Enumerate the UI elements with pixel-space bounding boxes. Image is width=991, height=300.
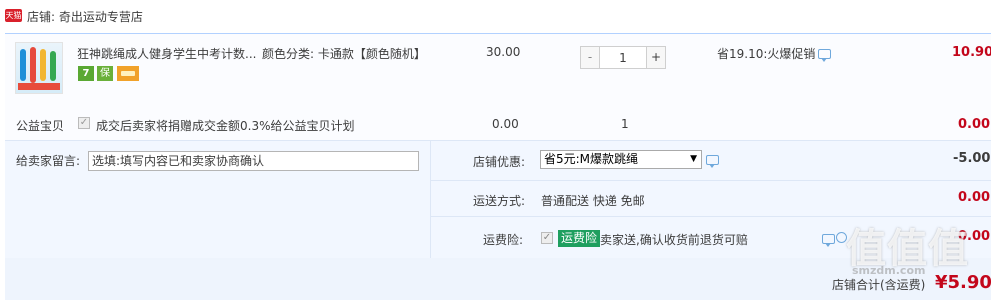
guarantee-icon[interactable]: 保	[97, 66, 113, 81]
shop-name-link[interactable]: 店铺: 奇出运动专营店	[27, 8, 143, 25]
row-divider	[431, 180, 991, 181]
shipping-method: 普通配送 快递 免邮	[541, 194, 645, 208]
charity-subtotal: 0.00	[958, 117, 991, 132]
charity-checkbox[interactable]: ✓	[78, 117, 90, 129]
product-thumbnail[interactable]	[15, 42, 63, 94]
product-sku: 颜色分类: 卡通款【颜色随机】	[262, 47, 426, 61]
unit-price: 30.00	[486, 45, 521, 59]
credit-card-icon[interactable]	[117, 66, 139, 81]
insurance-badge: 运费险	[558, 230, 601, 247]
coupon-selected-value: 省5元:M爆款跳绳	[544, 152, 639, 166]
chat-icon[interactable]	[822, 234, 835, 247]
seven-day-return-icon[interactable]: 7	[78, 66, 94, 81]
charity-quantity: 1	[621, 117, 629, 131]
insurance-description: 卖家送,确认收货前退货可赔	[600, 233, 748, 247]
shop-header	[0, 0, 991, 33]
shop-total-value: ¥5.90	[935, 272, 991, 293]
quantity-decrease-button[interactable]: -	[580, 46, 600, 69]
insurance-checkbox[interactable]: ✓	[541, 232, 553, 244]
chat-icon[interactable]	[818, 49, 831, 62]
shipping-label: 运送方式:	[473, 194, 526, 208]
quantity-increase-button[interactable]: +	[646, 46, 666, 69]
shipping-amount: 0.00	[958, 190, 991, 205]
charity-label: 公益宝贝	[16, 119, 65, 133]
coupon-label: 店铺优惠:	[473, 155, 526, 169]
message-label: 给卖家留言:	[16, 154, 81, 168]
item-subtotal: 10.90	[952, 45, 991, 60]
watermark-text: smzdm.com	[852, 264, 926, 277]
promotion-text: 省19.10:火爆促销	[717, 47, 816, 61]
shop-total-label: 店铺合计(含运费)	[832, 278, 926, 292]
tmall-icon: 天猫	[5, 9, 22, 22]
product-title-link[interactable]: 狂神跳绳成人健身学生中考计数...	[77, 45, 256, 62]
charity-description: 成交后卖家将捐赠成交金额0.3%给公益宝贝计划	[96, 119, 355, 133]
message-input[interactable]	[88, 151, 419, 171]
dropdown-caret-icon: ▼	[690, 154, 697, 164]
coupon-select[interactable]: 省5元:M爆款跳绳 ▼	[540, 150, 702, 169]
coupon-amount: -5.00	[953, 151, 991, 166]
chat-icon[interactable]	[706, 155, 719, 168]
charity-price: 0.00	[492, 117, 519, 131]
quantity-input[interactable]	[600, 46, 646, 69]
insurance-label: 运费险:	[483, 233, 524, 247]
